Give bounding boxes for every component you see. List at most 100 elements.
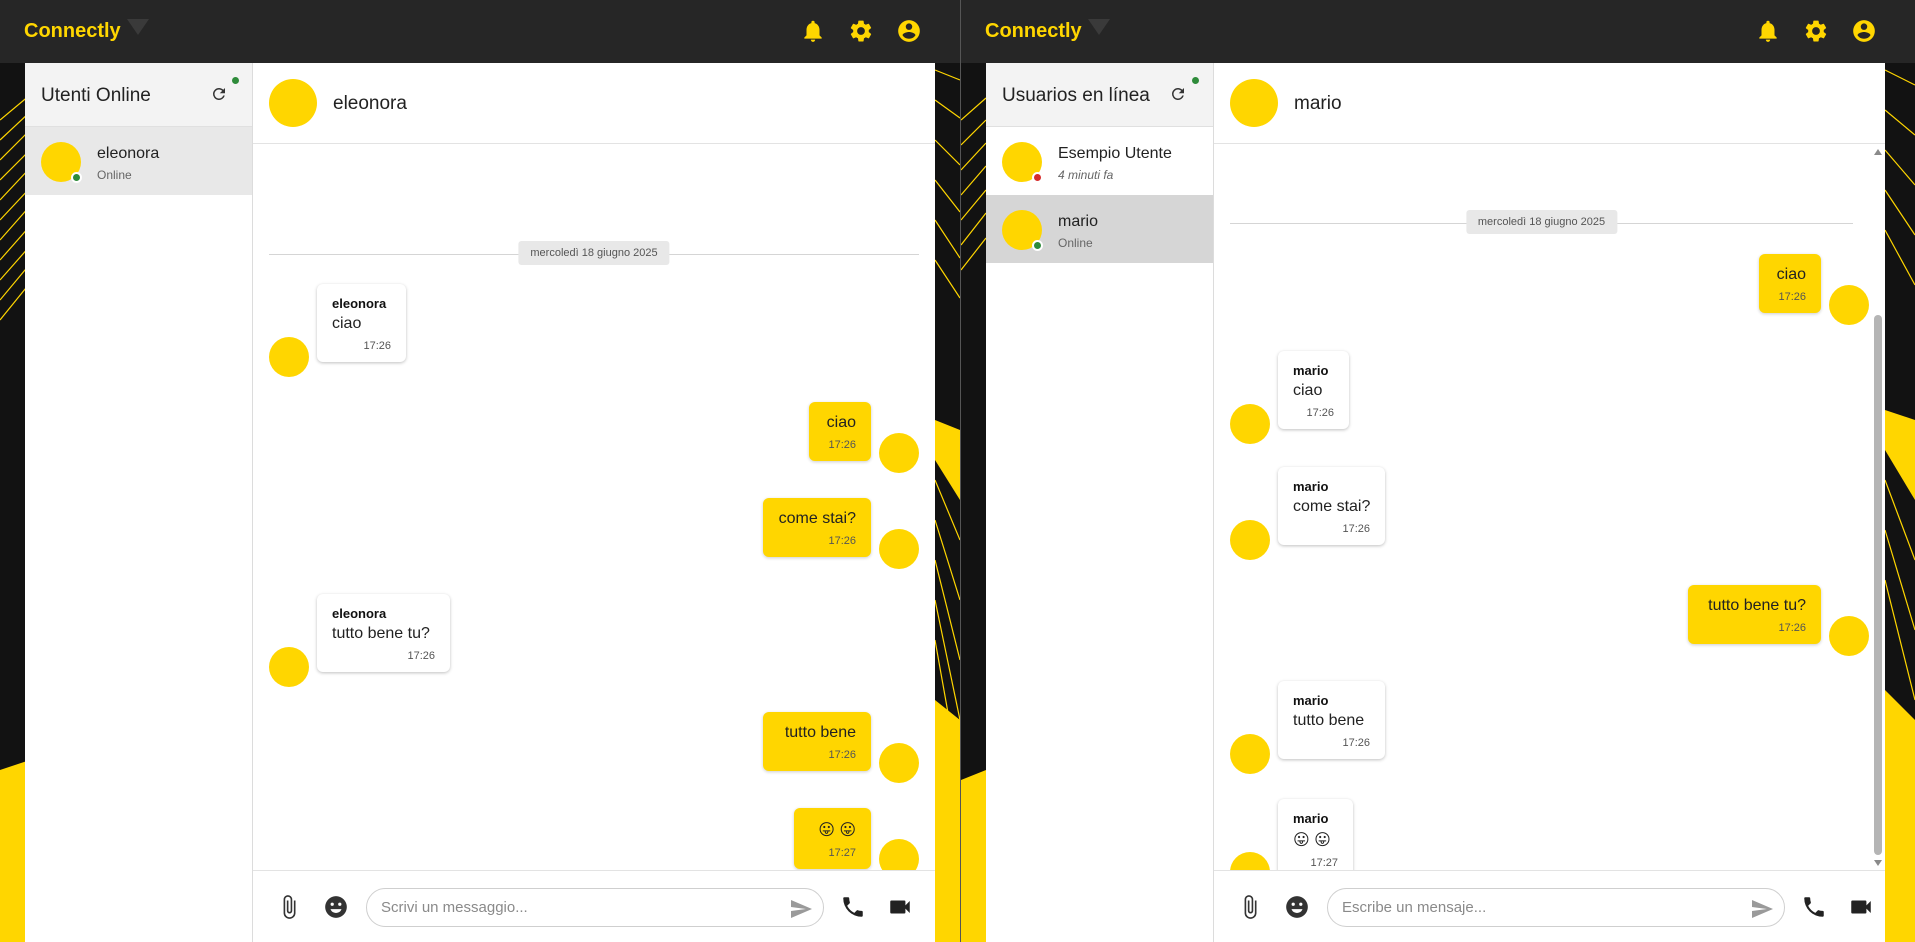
message-list[interactable]: mercoledì 18 giugno 2025 eleonora ciao 1… bbox=[253, 145, 935, 870]
account-circle-icon[interactable] bbox=[1851, 18, 1877, 44]
phone-icon[interactable] bbox=[1801, 894, 1827, 920]
message-avatar bbox=[879, 743, 919, 783]
message-input-wrapper bbox=[366, 888, 824, 927]
top-bar: Connectly bbox=[0, 0, 960, 63]
message-text: tutto bene bbox=[1293, 712, 1365, 729]
message-time: 17:26 bbox=[1306, 407, 1334, 419]
message-time: 17:26 bbox=[1778, 291, 1806, 303]
message-input[interactable] bbox=[1342, 899, 1707, 916]
scroll-down-arrow[interactable] bbox=[1874, 860, 1882, 866]
message-time: 17:27 bbox=[828, 847, 856, 859]
chat-header: mario bbox=[1214, 63, 1885, 144]
message-bubble-outgoing[interactable]: ciao 17:26 bbox=[1759, 254, 1821, 313]
message-bubble-outgoing[interactable]: tutto bene 17:26 bbox=[763, 712, 871, 771]
message-text: 😛 😛 bbox=[1293, 832, 1331, 849]
message-time: 17:26 bbox=[828, 439, 856, 451]
gear-icon[interactable] bbox=[1803, 18, 1829, 44]
message-text: ciao bbox=[1776, 266, 1806, 283]
users-sidebar: Utenti Online eleonora Online bbox=[25, 63, 253, 942]
message-scrollbar[interactable] bbox=[1871, 145, 1885, 870]
message-composer bbox=[253, 870, 935, 942]
sidebar-title: Usuarios en línea bbox=[1002, 85, 1150, 106]
scroll-thumb[interactable] bbox=[1874, 315, 1882, 855]
message-time: 17:26 bbox=[1778, 622, 1806, 634]
contact-name: eleonora bbox=[333, 93, 407, 114]
logo-icon bbox=[1088, 19, 1110, 35]
message-bubble-outgoing[interactable]: 😛 😛 17:27 bbox=[794, 808, 871, 869]
refresh-icon[interactable] bbox=[1169, 85, 1187, 103]
message-bubble-incoming[interactable]: mario 😛 😛 17:27 bbox=[1278, 799, 1353, 870]
chat-panel: eleonora mercoledì 18 giugno 2025 eleono… bbox=[253, 63, 935, 942]
app-logo-text: Connectly bbox=[985, 20, 1082, 42]
bell-icon[interactable] bbox=[800, 18, 826, 44]
refresh-icon[interactable] bbox=[210, 85, 228, 103]
phone-icon[interactable] bbox=[840, 894, 866, 920]
sidebar-header: Usuarios en línea bbox=[986, 63, 1213, 127]
attach-icon[interactable] bbox=[1237, 894, 1263, 920]
gear-icon[interactable] bbox=[848, 18, 874, 44]
user-list-item[interactable]: mario Online bbox=[986, 195, 1213, 263]
video-call-icon[interactable] bbox=[1848, 894, 1874, 920]
chat-panel: mario mercoledì 18 giugno 2025 ciao 17:2… bbox=[1214, 63, 1885, 942]
top-bar: Connectly bbox=[961, 0, 1915, 63]
app-window-left: Connectly Utenti Online eleonora Online bbox=[0, 0, 960, 942]
message-bubble-incoming[interactable]: mario come stai? 17:26 bbox=[1278, 467, 1385, 545]
contact-avatar[interactable] bbox=[1230, 79, 1278, 127]
attach-icon[interactable] bbox=[276, 894, 302, 920]
message-avatar bbox=[879, 529, 919, 569]
message-bubble-outgoing[interactable]: come stai? 17:26 bbox=[763, 498, 871, 557]
date-separator: mercoledì 18 giugno 2025 bbox=[269, 241, 919, 267]
message-avatar bbox=[1230, 520, 1270, 560]
user-list-item[interactable]: Esempio Utente 4 minuti fa bbox=[986, 127, 1213, 195]
message-bubble-outgoing[interactable]: tutto bene tu? 17:26 bbox=[1688, 585, 1821, 644]
scroll-up-arrow[interactable] bbox=[1874, 149, 1882, 155]
send-icon[interactable] bbox=[1750, 897, 1774, 921]
message-sender: eleonora bbox=[332, 296, 387, 311]
message-avatar bbox=[269, 337, 309, 377]
message-composer bbox=[1214, 870, 1885, 942]
message-avatar bbox=[879, 433, 919, 473]
user-name: eleonora bbox=[97, 145, 160, 162]
message-bubble-incoming[interactable]: eleonora ciao 17:26 bbox=[317, 284, 406, 362]
message-bubble-incoming[interactable]: eleonora tutto bene tu? 17:26 bbox=[317, 594, 450, 672]
message-avatar bbox=[879, 839, 919, 870]
message-text: come stai? bbox=[1293, 498, 1371, 515]
chat-header: eleonora bbox=[253, 63, 935, 144]
message-avatar bbox=[1829, 285, 1869, 325]
date-label: mercoledì 18 giugno 2025 bbox=[1465, 210, 1618, 234]
message-list[interactable]: mercoledì 18 giugno 2025 ciao 17:26 mari… bbox=[1214, 145, 1869, 870]
message-sender: mario bbox=[1293, 479, 1329, 494]
sidebar-header: Utenti Online bbox=[25, 63, 252, 127]
message-sender: eleonora bbox=[332, 606, 387, 621]
connection-status-dot bbox=[232, 77, 239, 84]
user-list-item[interactable]: eleonora Online bbox=[25, 127, 252, 195]
message-input[interactable] bbox=[381, 899, 746, 916]
message-bubble-outgoing[interactable]: ciao 17:26 bbox=[809, 402, 871, 461]
contact-avatar[interactable] bbox=[269, 79, 317, 127]
message-text: ciao bbox=[826, 414, 856, 431]
message-time: 17:26 bbox=[1342, 737, 1370, 749]
message-sender: mario bbox=[1293, 811, 1329, 826]
message-bubble-incoming[interactable]: mario ciao 17:26 bbox=[1278, 351, 1349, 429]
sidebar-title: Utenti Online bbox=[41, 85, 151, 106]
message-input-wrapper bbox=[1327, 888, 1785, 927]
account-circle-icon[interactable] bbox=[896, 18, 922, 44]
message-bubble-incoming[interactable]: mario tutto bene 17:26 bbox=[1278, 681, 1385, 759]
message-text: ciao bbox=[1293, 382, 1323, 399]
send-icon[interactable] bbox=[789, 897, 813, 921]
emoji-icon[interactable] bbox=[1284, 894, 1310, 920]
app-window-right: Connectly Usuarios en línea Esempio Uten… bbox=[961, 0, 1915, 942]
user-status: 4 minuti fa bbox=[1058, 168, 1114, 182]
user-status: Online bbox=[1058, 236, 1093, 250]
emoji-icon[interactable] bbox=[323, 894, 349, 920]
message-avatar bbox=[1829, 616, 1869, 656]
status-dot bbox=[1032, 240, 1043, 251]
bell-icon[interactable] bbox=[1755, 18, 1781, 44]
date-label: mercoledì 18 giugno 2025 bbox=[518, 241, 670, 265]
contact-name: mario bbox=[1294, 93, 1342, 114]
message-avatar bbox=[1230, 852, 1270, 870]
message-text: tutto bene bbox=[784, 724, 856, 741]
message-time: 17:26 bbox=[828, 749, 856, 761]
chat-app: Utenti Online eleonora Online eleonora m… bbox=[25, 63, 935, 942]
video-call-icon[interactable] bbox=[887, 894, 913, 920]
